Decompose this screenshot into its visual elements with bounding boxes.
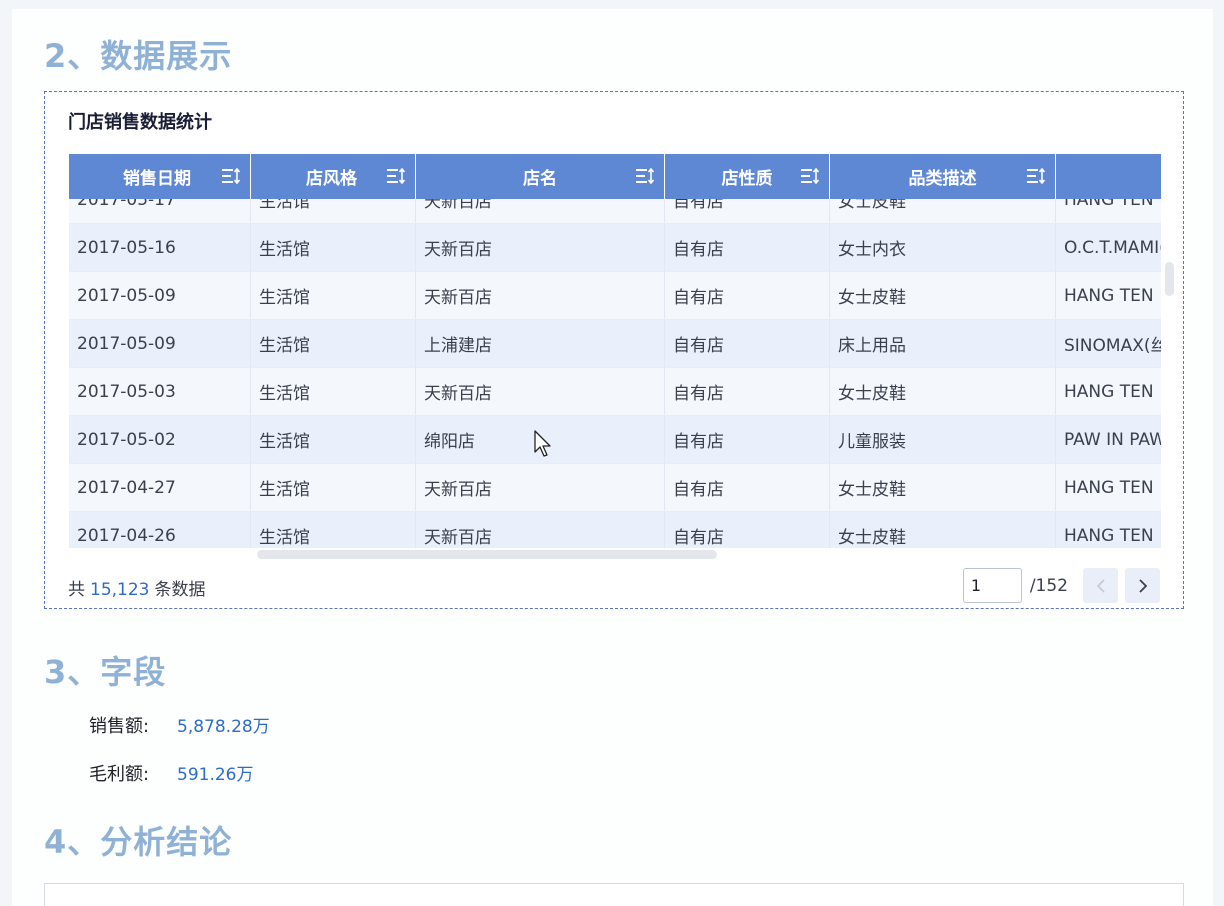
cell-store-name: 天新百店 (416, 464, 665, 511)
page-number-input[interactable] (962, 568, 1022, 603)
cell-sales-date: 2017-05-09 (69, 320, 251, 367)
column-header-store-style[interactable]: 店风格 (251, 154, 416, 199)
mouse-pointer-icon (534, 430, 551, 457)
cell-store-type: 自有店 (665, 416, 830, 463)
page-total: /152 (1029, 575, 1068, 596)
cell-brand: HANG TEN (1064, 381, 1154, 402)
column-header-label: 店性质 (721, 169, 773, 189)
column-header-store-type[interactable]: 店性质 (665, 154, 830, 199)
sales-table-widget: 门店销售数据统计 销售日期 店风格 店名 店性质 品类描述 2017-05-17… (44, 91, 1184, 609)
sort-icon[interactable] (635, 167, 655, 185)
cell-store-style: 生活馆 (251, 368, 416, 415)
cell-store-style: 生活馆 (251, 272, 416, 319)
cell-store-name: 上浦建店 (416, 320, 665, 367)
cell-store-style: 生活馆 (251, 512, 416, 548)
column-header-store-name[interactable]: 店名 (416, 154, 665, 199)
column-header-sales-date[interactable]: 销售日期 (69, 154, 251, 199)
vertical-scrollbar[interactable] (1165, 262, 1174, 296)
sort-icon[interactable] (800, 167, 820, 185)
table-row[interactable]: 2017-05-03 生活馆 天新百店 自有店 女士皮鞋 HANG TEN (69, 368, 1161, 416)
field-label-profit: 毛利额: (89, 764, 150, 785)
cell-sales-date: 2017-05-16 (69, 224, 251, 271)
cell-store-type: 自有店 (665, 224, 830, 271)
field-profit: 毛利额: 591.26万 (89, 760, 253, 786)
cell-category: 女士皮鞋 (830, 512, 1056, 548)
column-header-label: 店名 (523, 169, 557, 189)
table-row[interactable]: 2017-04-27 生活馆 天新百店 自有店 女士皮鞋 HANG TEN (69, 464, 1161, 512)
cell-category: 女士皮鞋 (830, 368, 1056, 415)
cell-store-type: 自有店 (665, 272, 830, 319)
cell-brand: HANG TEN (1064, 525, 1154, 546)
column-header-label: 品类描述 (908, 169, 977, 189)
table-row[interactable]: 2017-04-26 生活馆 天新百店 自有店 女士皮鞋 HANG TEN (69, 512, 1161, 548)
prev-page-button[interactable] (1083, 568, 1118, 603)
column-header-label: 店风格 (306, 169, 357, 189)
report-page: 2、数据展示 门店销售数据统计 销售日期 店风格 店名 店性质 品类描述 201… (12, 9, 1213, 906)
table-row[interactable]: 2017-05-09 生活馆 天新百店 自有店 女士皮鞋 HANG TEN (69, 272, 1161, 320)
total-count: 共 15,123 条数据 (68, 575, 205, 600)
chevron-left-icon (1096, 578, 1105, 593)
column-header-label: 销售日期 (123, 169, 191, 189)
table-rows: 2017-05-17 生活馆 天新百店 自有店 女士皮鞋 HANG TEN 2017-05-… (69, 176, 1161, 548)
cell-category: 床上用品 (830, 320, 1056, 367)
cell-store-style: 生活馆 (251, 320, 416, 367)
section-title-conclusion: 4、分析结论 (44, 823, 233, 861)
cell-store-style: 生活馆 (251, 416, 416, 463)
next-page-button[interactable] (1125, 568, 1160, 603)
pagination: /152 (962, 568, 1160, 603)
conclusion-box (44, 883, 1184, 906)
cell-store-style: 生活馆 (251, 224, 416, 271)
cell-store-type: 自有店 (665, 464, 830, 511)
section-title-data-display: 2、数据展示 (44, 37, 233, 75)
field-sales: 销售额: 5,878.28万 (89, 712, 270, 738)
cell-store-name: 天新百店 (416, 512, 665, 548)
sort-icon[interactable] (1026, 167, 1046, 185)
cell-brand: O.C.T.MAMI( (1064, 237, 1161, 258)
cell-sales-date: 2017-05-02 (69, 416, 251, 463)
cell-store-name: 天新百店 (416, 224, 665, 271)
cell-sales-date: 2017-04-27 (69, 464, 251, 511)
cell-store-name: 天新百店 (416, 368, 665, 415)
total-prefix: 共 (68, 580, 85, 600)
field-value-profit: 591.26万 (177, 765, 254, 785)
column-header-category[interactable]: 品类描述 (830, 154, 1056, 199)
cell-brand: PAW IN PAW (1064, 429, 1161, 450)
field-label-sales: 销售额: (89, 716, 150, 737)
cell-category: 儿童服装 (830, 416, 1056, 463)
cell-brand: HANG TEN (1064, 285, 1154, 306)
table-header: 销售日期 店风格 店名 店性质 品类描述 (69, 154, 1161, 199)
column-header-brand[interactable] (1056, 154, 1161, 199)
cell-brand: HANG TEN (1064, 477, 1154, 498)
sort-icon[interactable] (221, 167, 241, 185)
cell-store-type: 自有店 (665, 512, 830, 548)
chevron-right-icon (1138, 578, 1147, 593)
cell-store-type: 自有店 (665, 368, 830, 415)
cell-store-name: 天新百店 (416, 272, 665, 319)
cell-brand: SINOMAX(丝 (1064, 336, 1161, 356)
table-row[interactable]: 2017-05-02 生活馆 绵阳店 自有店 儿童服装 PAW IN PAW (69, 416, 1161, 464)
table-row[interactable]: 2017-05-16 生活馆 天新百店 自有店 女士内衣 O.C.T.MAMI( (69, 224, 1161, 272)
cell-store-type: 自有店 (665, 320, 830, 367)
field-value-sales: 5,878.28万 (177, 717, 270, 737)
cell-sales-date: 2017-04-26 (69, 512, 251, 548)
horizontal-scrollbar[interactable] (257, 550, 717, 559)
table-row[interactable]: 2017-05-09 生活馆 上浦建店 自有店 床上用品 SINOMAX(丝 (69, 320, 1161, 368)
sort-icon[interactable] (386, 167, 406, 185)
total-suffix: 条数据 (154, 580, 206, 600)
cell-category: 女士内衣 (830, 224, 1056, 271)
cell-sales-date: 2017-05-03 (69, 368, 251, 415)
cell-category: 女士皮鞋 (830, 272, 1056, 319)
cell-category: 女士皮鞋 (830, 464, 1056, 511)
cell-sales-date: 2017-05-09 (69, 272, 251, 319)
cell-store-style: 生活馆 (251, 464, 416, 511)
section-title-fields: 3、字段 (44, 653, 167, 691)
data-table: 销售日期 店风格 店名 店性质 品类描述 2017-05-17 生活馆 天新百店… (69, 154, 1161, 548)
widget-title: 门店销售数据统计 (68, 112, 212, 133)
total-count-value: 15,123 (90, 580, 150, 600)
